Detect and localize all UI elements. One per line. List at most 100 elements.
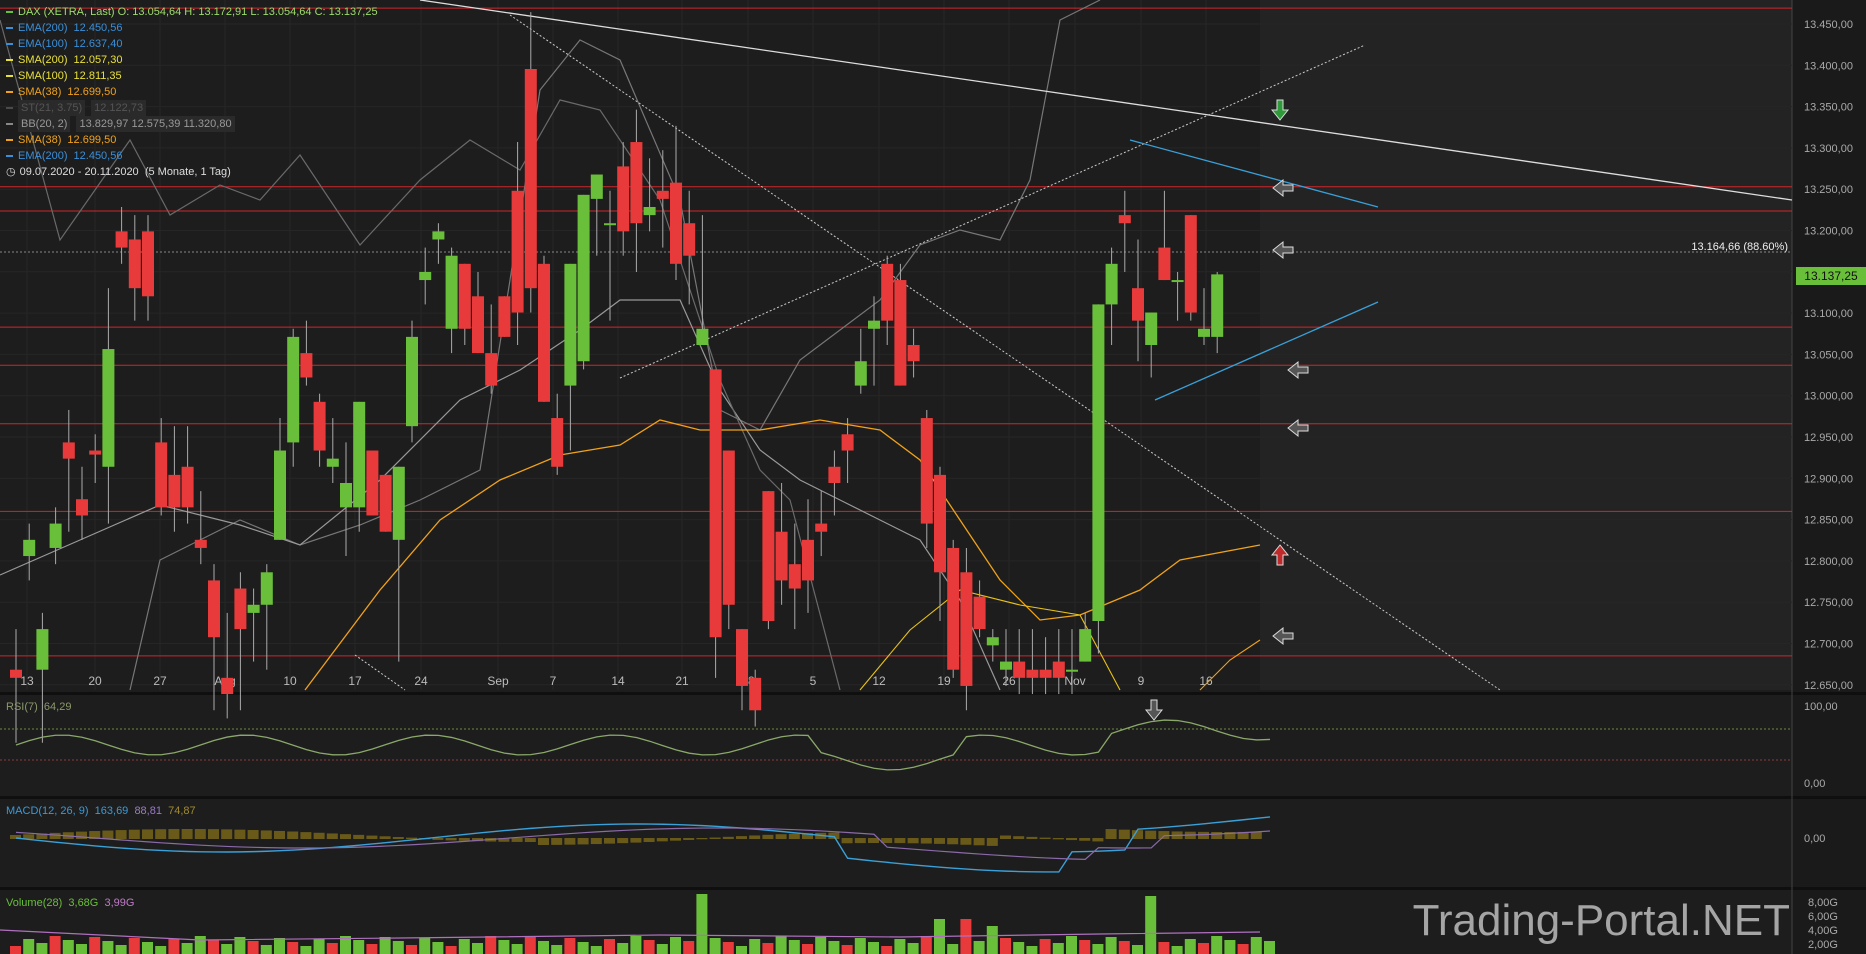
macd-histogram-bar	[749, 835, 761, 839]
volume-tick: 4,00G	[1808, 925, 1838, 937]
candle-body	[472, 296, 484, 354]
price-tick: 13.450,00	[1804, 19, 1853, 31]
candle-body	[287, 336, 300, 443]
macd-histogram-bar	[76, 831, 87, 839]
macd-histogram-bar	[538, 838, 549, 845]
volume-bar	[815, 937, 827, 954]
candle-body	[907, 345, 920, 362]
indicator-row[interactable]: SMA(200) 12.057,30	[6, 52, 378, 68]
volume-bar	[36, 943, 48, 954]
price-tick: 12.950,00	[1804, 432, 1853, 444]
volume-bar	[76, 944, 87, 954]
macd-histogram-bar	[168, 829, 180, 839]
date-tick: 21	[675, 674, 689, 688]
macd-histogram-bar	[49, 832, 61, 839]
candle-body	[709, 369, 722, 638]
candle-body	[590, 174, 603, 199]
candle-body	[366, 450, 379, 516]
candle-body	[802, 539, 814, 581]
volume-bar	[854, 938, 866, 954]
candle-body	[1079, 629, 1092, 662]
candle-body	[168, 474, 181, 508]
indicator-row[interactable]: EMA(100) 12.637,40	[6, 36, 378, 52]
candle-body	[1198, 328, 1210, 337]
candle-body	[142, 231, 154, 297]
macd-histogram-bar	[683, 838, 695, 840]
candle-body	[1158, 247, 1171, 281]
volume-bar	[406, 945, 417, 954]
macd-histogram-bar	[128, 829, 140, 839]
volume-bar	[524, 937, 536, 954]
volume-bar	[683, 941, 695, 954]
candle-body	[1132, 288, 1144, 321]
price-tick: 13.100,00	[1804, 308, 1853, 320]
volume-bar	[775, 936, 787, 954]
volume-bar	[128, 938, 140, 954]
macd-histogram-bar	[181, 829, 193, 839]
candle-body	[353, 401, 366, 508]
indicator-swatch	[6, 43, 13, 45]
volume-bar	[432, 942, 444, 954]
volume-bar	[379, 937, 391, 954]
candle-body	[617, 166, 630, 232]
volume-bar	[1013, 942, 1025, 954]
volume-bar	[749, 939, 761, 954]
volume-bar	[49, 936, 61, 954]
macd-histogram-bar	[868, 838, 879, 844]
candle-body	[1066, 669, 1078, 672]
volume-bar	[564, 938, 576, 954]
candle-body	[89, 450, 102, 455]
indicator-row[interactable]: EMA(200) 12.450,56	[6, 20, 378, 36]
volume-bar	[788, 940, 800, 954]
candle-body	[973, 596, 986, 630]
macd-histogram-bar	[221, 829, 233, 839]
indicator-value: 12.811,35	[73, 70, 122, 82]
candle-body	[551, 418, 564, 467]
indicator-name: BB(20, 2)	[18, 116, 71, 132]
volume-bar	[696, 894, 708, 954]
candle-body	[564, 263, 577, 386]
volume-bar	[947, 944, 959, 954]
macd-histogram-bar	[960, 838, 972, 845]
volume-bar	[1237, 944, 1249, 954]
candle-body	[1171, 280, 1184, 283]
macd-histogram-bar	[353, 834, 365, 839]
volume-bar	[1026, 946, 1038, 954]
indicator-row[interactable]: ST(21, 3.75) 12.122,73	[6, 100, 378, 116]
last-price-text: 13.137,25	[1804, 269, 1858, 283]
candle-body	[577, 194, 590, 362]
macd-histogram-bar	[1013, 836, 1025, 839]
candle-body	[1000, 661, 1012, 670]
volume-bar	[419, 938, 431, 954]
date-tick: Sep	[487, 674, 509, 688]
indicator-row[interactable]: EMA(200) 12.450,56	[6, 148, 378, 164]
price-tick: 13.050,00	[1804, 349, 1853, 361]
volume-bar	[973, 941, 985, 954]
macd-histogram-bar	[604, 838, 615, 844]
indicator-row[interactable]: SMA(38) 12.699,50	[6, 84, 378, 100]
candle-body	[498, 296, 511, 337]
date-range: 09.07.2020 - 20.11.2020	[19, 166, 139, 178]
candle-body	[128, 239, 141, 289]
macd-histogram-bar	[392, 836, 404, 839]
candle-body	[749, 677, 762, 711]
indicator-row[interactable]: SMA(100) 12.811,35	[6, 68, 378, 84]
indicator-row[interactable]: SMA(38) 12.699,50	[6, 132, 378, 148]
volume-bar	[326, 943, 338, 954]
candle-body	[722, 450, 735, 605]
candle-body	[419, 271, 432, 281]
volume-bar	[155, 946, 167, 954]
candle-body	[458, 263, 471, 329]
indicator-swatch	[6, 59, 13, 61]
indicator-row[interactable]: BB(20, 2) 13.829,97 12.575,39 11.320,80	[6, 116, 378, 132]
macd-histogram-bar	[1145, 830, 1157, 839]
candle-body	[788, 564, 801, 589]
candle-body	[208, 580, 220, 638]
candle-body	[854, 361, 867, 386]
volume-bar	[617, 943, 629, 954]
macd-histogram-bar	[1105, 829, 1117, 839]
macd-histogram-bar	[511, 838, 523, 842]
date-tick: 12	[872, 674, 886, 688]
candle-body	[274, 450, 286, 540]
candle-body	[630, 142, 643, 224]
